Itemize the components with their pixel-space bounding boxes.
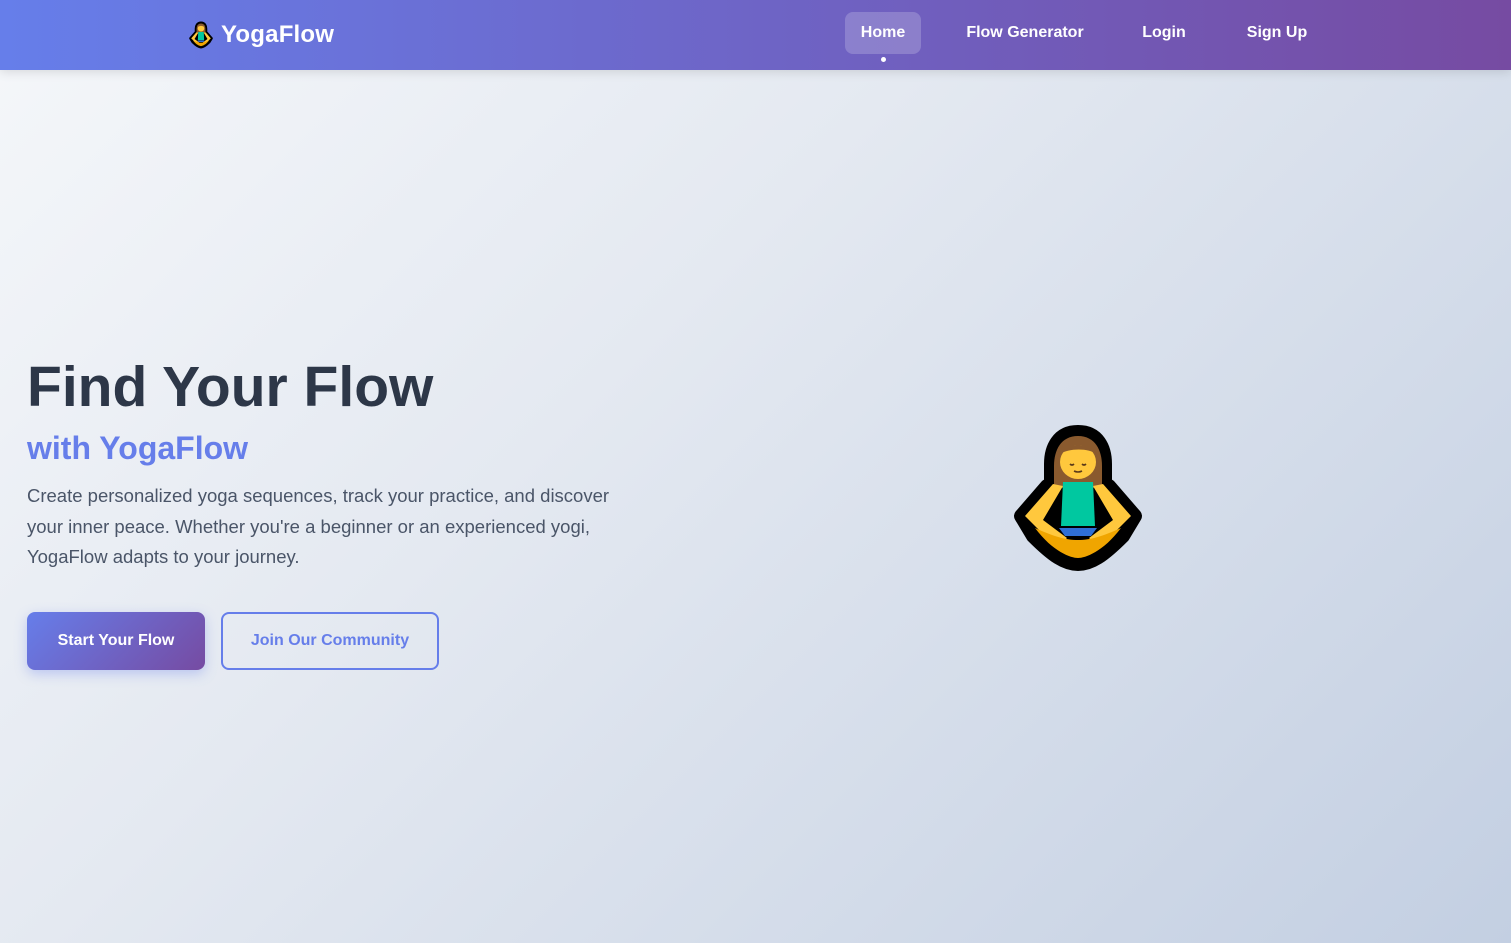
brand-logo-link[interactable]: YogaFlow [189,18,334,52]
join-community-button[interactable]: Join Our Community [221,612,439,670]
nav-login[interactable]: Login [1130,12,1198,54]
brand-name: YogaFlow [221,21,335,48]
nav-sign-up-label: Sign Up [1246,24,1308,41]
top-navbar: YogaFlow Home Flow Generator Login Sign … [0,0,1511,70]
hero-subtitle: with YogaFlow [27,430,249,466]
person-in-lotus-position-icon [1014,425,1142,571]
nav-sign-up[interactable]: Sign Up [1234,12,1320,54]
hero-description: Create personalized yoga sequences, trac… [27,485,610,567]
nav-home[interactable]: Home [845,12,921,62]
person-in-lotus-position-icon [189,21,213,49]
nav-login-label: Login [1142,24,1186,41]
nav-flow-generator-label: Flow Generator [966,24,1084,41]
nav-flow-generator[interactable]: Flow Generator [955,12,1095,54]
hero-title: Find Your Flow [27,355,434,419]
start-your-flow-button[interactable]: Start Your Flow [27,612,205,670]
active-indicator-dot [880,57,886,62]
nav-home-label: Home [860,24,906,41]
